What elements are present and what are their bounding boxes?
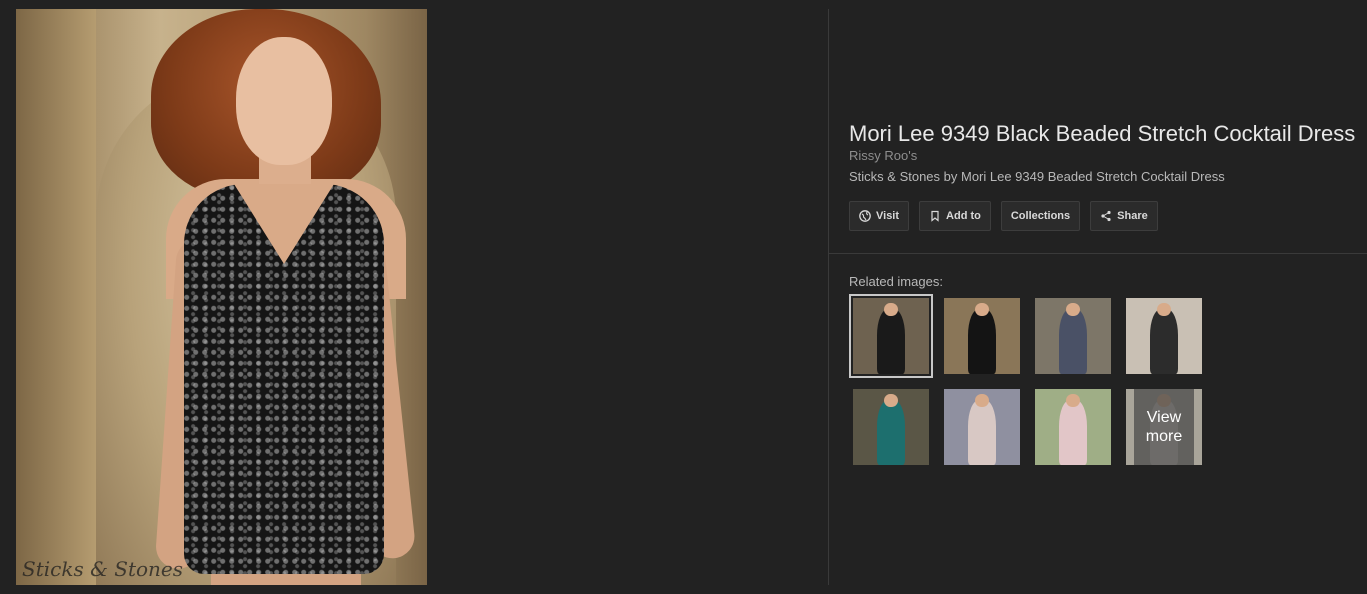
visit-label: Visit <box>876 210 900 222</box>
thumbnail-image <box>1126 298 1202 374</box>
thumbnail-dress <box>1059 399 1087 465</box>
related-thumbnail[interactable] <box>849 385 933 469</box>
collections-label: Collections <box>1010 210 1071 222</box>
thumbnail-image <box>944 298 1020 374</box>
thumbnail-image <box>1035 389 1111 465</box>
thumbnail-image <box>853 298 929 374</box>
horizontal-divider <box>829 253 1367 254</box>
collections-button[interactable]: Collections <box>1000 201 1081 231</box>
view-more-label: View more <box>1134 389 1194 465</box>
model-face <box>236 37 332 165</box>
image-title: Mori Lee 9349 Black Beaded Stretch Cockt… <box>849 121 1356 146</box>
bookmark-icon <box>929 210 941 222</box>
thumbnail-dress <box>1150 308 1178 374</box>
thumbnail-head <box>1066 393 1080 408</box>
thumbnail-dress <box>968 399 996 465</box>
related-images-label: Related images: <box>849 274 943 289</box>
related-thumbnail[interactable] <box>940 385 1024 469</box>
thumbnail-head <box>1066 302 1080 317</box>
stone-wall <box>16 9 96 585</box>
view-more-tile[interactable]: View more <box>1122 385 1206 469</box>
thumbnail-image <box>853 389 929 465</box>
image-description: Sticks & Stones by Mori Lee 9349 Beaded … <box>849 169 1225 184</box>
related-images-grid: View more <box>849 294 1206 469</box>
thumbnail-dress <box>877 399 905 465</box>
thumbnail-dress <box>877 308 905 374</box>
thumbnail-head <box>975 393 989 408</box>
details-panel: Mori Lee 9349 Black Beaded Stretch Cockt… <box>829 0 1367 594</box>
image-viewer: Sticks & Stones Mori Lee 9349 Black Bead… <box>0 0 1367 594</box>
image-source[interactable]: Rissy Roo's <box>849 148 917 163</box>
globe-icon <box>859 210 871 222</box>
related-thumbnail[interactable] <box>1031 294 1115 378</box>
add-to-label: Add to <box>946 210 981 222</box>
thumbnail-head <box>884 302 898 317</box>
thumbnail-dress <box>1059 308 1087 374</box>
related-thumbnail[interactable] <box>940 294 1024 378</box>
thumbnail-image <box>1035 298 1111 374</box>
action-buttons: Visit Add to Collections Share <box>849 201 1158 231</box>
image-watermark: Sticks & Stones <box>22 557 183 581</box>
thumbnail-head <box>884 393 898 408</box>
thumbnail-dress <box>968 308 996 374</box>
thumbnail-head <box>1157 302 1171 317</box>
share-label: Share <box>1117 210 1148 222</box>
thumbnail-head <box>975 302 989 317</box>
main-image[interactable]: Sticks & Stones <box>16 9 427 585</box>
related-thumbnail[interactable] <box>849 294 933 378</box>
share-icon <box>1100 210 1112 222</box>
add-to-button[interactable]: Add to <box>919 201 991 231</box>
related-thumbnail[interactable] <box>1122 294 1206 378</box>
share-button[interactable]: Share <box>1090 201 1158 231</box>
thumbnail-image <box>944 389 1020 465</box>
visit-button[interactable]: Visit <box>849 201 910 231</box>
related-thumbnail[interactable] <box>1031 385 1115 469</box>
